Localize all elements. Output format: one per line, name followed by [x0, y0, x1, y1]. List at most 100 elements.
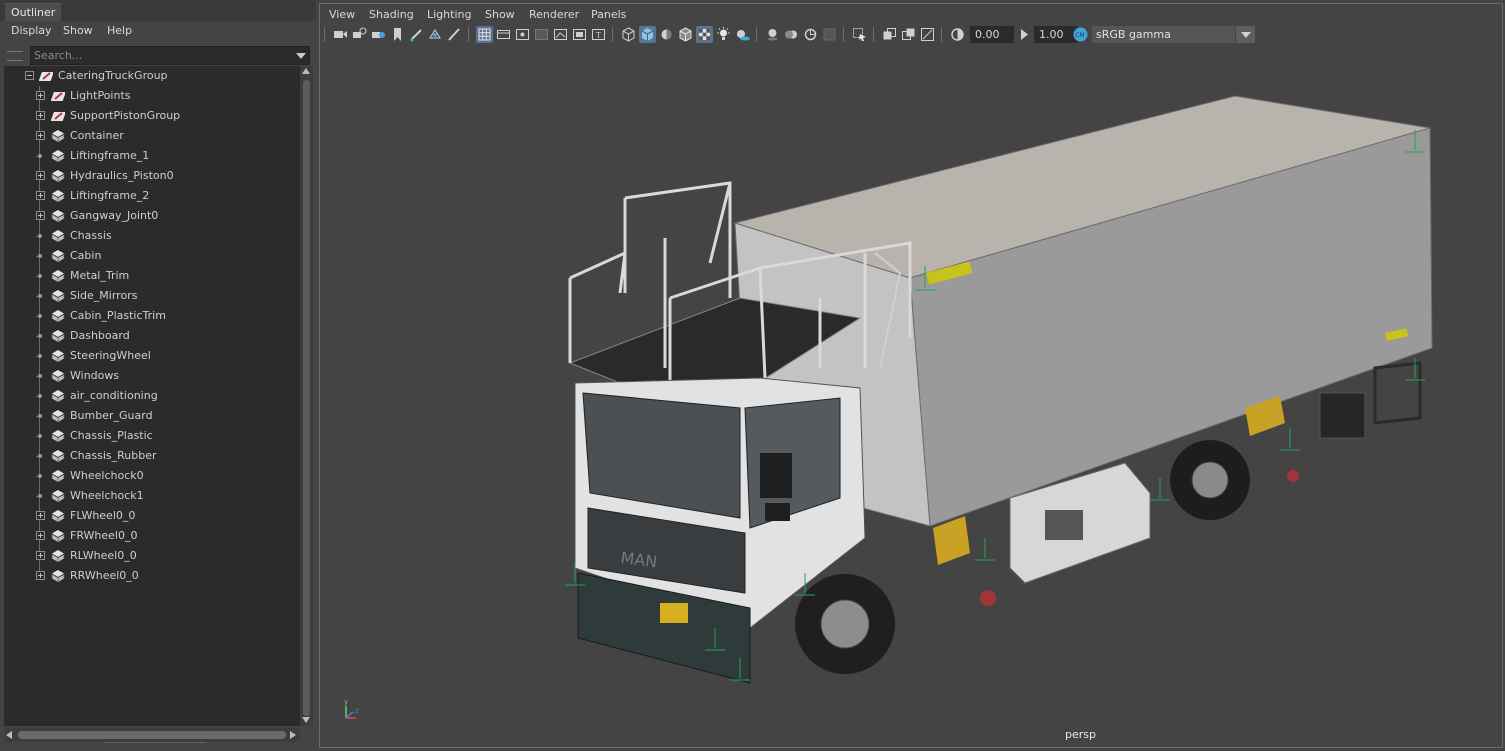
menu-show[interactable]: Show [485, 8, 515, 21]
leaf-dot-icon [38, 154, 42, 158]
chevron-down-icon[interactable] [296, 53, 306, 59]
image-plane-icon[interactable] [427, 26, 444, 43]
safe-title-icon[interactable]: T [590, 26, 607, 43]
menu-shading[interactable]: Shading [369, 8, 414, 21]
expand-icon[interactable] [36, 171, 45, 180]
safe-action-icon[interactable] [571, 26, 588, 43]
gate-mask-icon[interactable] [533, 26, 550, 43]
menu-lighting[interactable]: Lighting [427, 8, 471, 21]
tree-item[interactable]: Chassis_Plastic [4, 426, 300, 446]
exposure-field[interactable]: 0.00 [970, 26, 1014, 43]
scroll-down-icon[interactable] [302, 717, 310, 723]
panel-resize-handle[interactable] [105, 742, 205, 745]
bookmark-icon[interactable] [389, 26, 406, 43]
depth-of-field-icon[interactable] [821, 26, 838, 43]
expand-icon[interactable] [36, 111, 45, 120]
tree-item[interactable]: FRWheel0_0 [4, 526, 300, 546]
toolbar-separator [941, 27, 942, 42]
expand-icon[interactable] [36, 131, 45, 140]
tree-item[interactable]: Wheelchock0 [4, 466, 300, 486]
xray-icon[interactable] [881, 26, 898, 43]
tree-item[interactable]: LightPoints [4, 86, 300, 106]
tab-outliner[interactable]: Outliner [5, 3, 62, 21]
tree-item[interactable]: air_conditioning [4, 386, 300, 406]
tree-item[interactable]: SupportPistonGroup [4, 106, 300, 126]
menu-panels[interactable]: Panels [591, 8, 626, 21]
scroll-right-icon[interactable] [290, 731, 296, 739]
menu-view[interactable]: View [329, 8, 355, 21]
wireframe-icon[interactable] [620, 26, 637, 43]
color-space-select[interactable]: sRGB gamma [1092, 26, 1255, 43]
shadows-icon[interactable] [734, 26, 751, 43]
tree-item[interactable]: Cabin [4, 246, 300, 266]
vertical-scrollbar[interactable] [300, 66, 313, 726]
tree-item[interactable]: Chassis_Rubber [4, 446, 300, 466]
tree-item[interactable]: Hydraulics_Piston0 [4, 166, 300, 186]
tree-item[interactable]: RRWheel0_0 [4, 566, 300, 586]
expand-icon[interactable] [36, 211, 45, 220]
scroll-left-icon[interactable] [6, 731, 12, 739]
scroll-thumb[interactable] [303, 80, 310, 716]
xray-joints-icon[interactable] [919, 26, 936, 43]
collapse-icon[interactable] [25, 71, 34, 80]
gamma-icon[interactable] [1016, 26, 1033, 43]
use-all-lights-icon[interactable] [715, 26, 732, 43]
expand-icon[interactable] [36, 91, 45, 100]
chevron-down-icon[interactable] [1235, 26, 1255, 43]
expand-icon[interactable] [36, 511, 45, 520]
wireframe-on-shaded-icon[interactable] [677, 26, 694, 43]
tree-item[interactable]: Gangway_Joint0 [4, 206, 300, 226]
tree-item[interactable]: FLWheel0_0 [4, 506, 300, 526]
expand-icon[interactable] [36, 551, 45, 560]
xray-active-components-icon[interactable] [900, 26, 917, 43]
default-material-icon[interactable] [658, 26, 675, 43]
motion-blur-icon[interactable] [783, 26, 800, 43]
textured-icon[interactable] [696, 26, 713, 43]
tree-item[interactable]: Container [4, 126, 300, 146]
menu-show[interactable]: Show [63, 24, 93, 37]
tree-item-root[interactable]: CateringTruckGroup [4, 66, 300, 86]
film-gate-icon[interactable] [495, 26, 512, 43]
drag-handle-icon[interactable] [7, 51, 23, 61]
tree-item[interactable]: RLWheel0_0 [4, 546, 300, 566]
search-input[interactable] [34, 48, 289, 63]
exposure-icon[interactable] [949, 26, 966, 43]
color-management-icon[interactable]: CM [1072, 26, 1089, 43]
field-chart-icon[interactable] [552, 26, 569, 43]
resolution-gate-icon[interactable] [514, 26, 531, 43]
search-field[interactable] [30, 46, 310, 65]
expand-icon[interactable] [36, 191, 45, 200]
camera-icon[interactable] [332, 26, 349, 43]
camera-attributes-icon[interactable] [351, 26, 368, 43]
tree-item[interactable]: Dashboard [4, 326, 300, 346]
tree-item[interactable]: SteeringWheel [4, 346, 300, 366]
menu-renderer[interactable]: Renderer [529, 8, 579, 21]
grease-pencil-icon[interactable] [408, 26, 425, 43]
tree-item[interactable]: Side_Mirrors [4, 286, 300, 306]
tree-item[interactable]: Cabin_PlasticTrim [4, 306, 300, 326]
scroll-thumb[interactable] [18, 731, 286, 739]
pen-icon[interactable] [446, 26, 463, 43]
bookmark-camera-icon[interactable] [370, 26, 387, 43]
scroll-up-icon[interactable] [302, 68, 310, 74]
screen-space-ao-icon[interactable] [764, 26, 781, 43]
smooth-shade-icon[interactable] [639, 26, 656, 43]
catering-truck-model[interactable]: MAN [320, 48, 1502, 747]
tree-item[interactable]: Bumber_Guard [4, 406, 300, 426]
tree-item[interactable]: Liftingframe_2 [4, 186, 300, 206]
grid-icon[interactable] [476, 26, 493, 43]
tree-item[interactable]: Liftingframe_1 [4, 146, 300, 166]
tree-item[interactable]: Wheelchock1 [4, 486, 300, 506]
3d-viewport[interactable]: MAN y z persp [320, 48, 1502, 747]
tree-item[interactable]: Metal_Trim [4, 266, 300, 286]
expand-icon[interactable] [36, 571, 45, 580]
expand-icon[interactable] [36, 531, 45, 540]
menu-display[interactable]: Display [11, 24, 52, 37]
anti-aliasing-icon[interactable] [802, 26, 819, 43]
isolate-select-icon[interactable] [851, 26, 868, 43]
horizontal-scrollbar[interactable] [4, 728, 300, 742]
tree-item[interactable]: Chassis [4, 226, 300, 246]
tree-item[interactable]: Windows [4, 366, 300, 386]
tree-item-label: Windows [70, 369, 120, 382]
menu-help[interactable]: Help [107, 24, 132, 37]
